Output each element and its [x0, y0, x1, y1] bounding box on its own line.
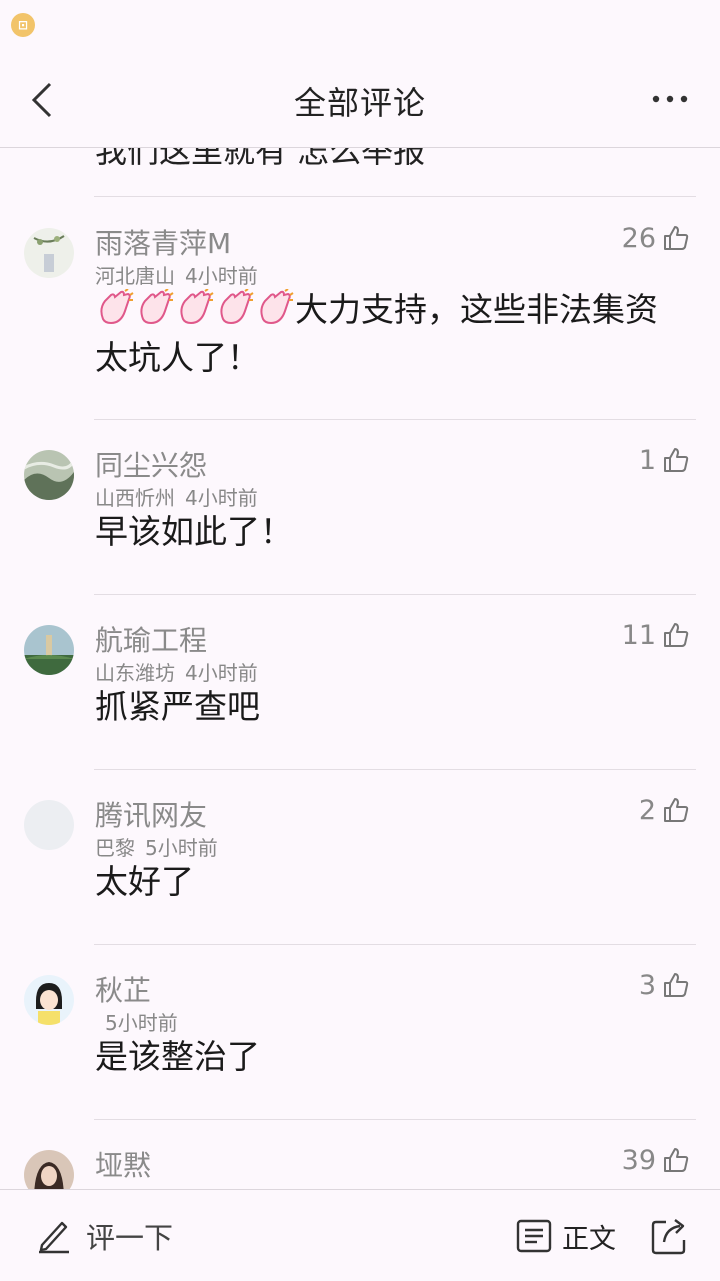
clap-emoji-icon — [180, 289, 214, 325]
article-button[interactable]: 正文 — [516, 1216, 616, 1256]
like-button[interactable]: 3 — [639, 967, 690, 1003]
comment-meta: 巴黎 5小时前 — [95, 832, 218, 861]
username[interactable]: 同尘兴怨 — [95, 444, 207, 484]
comment-meta: 山东潍坊 4小时前 — [95, 657, 258, 686]
divider — [94, 419, 696, 420]
comment-time: 4小时前 — [185, 661, 258, 685]
user-location: 山西忻州 — [95, 486, 175, 510]
avatar[interactable] — [24, 800, 74, 850]
user-location: 山东潍坊 — [95, 661, 175, 685]
thumb-up-icon[interactable] — [662, 796, 690, 824]
avatar[interactable] — [24, 1150, 74, 1189]
more-dots-icon[interactable] — [650, 84, 690, 114]
share-icon[interactable] — [650, 1216, 690, 1256]
clap-emoji-icon — [100, 289, 134, 325]
divider — [94, 196, 696, 197]
comment-time: 4小时前 — [185, 486, 258, 510]
like-count: 11 — [621, 619, 656, 651]
username[interactable]: 秋芷 — [95, 969, 151, 1009]
avatar[interactable] — [24, 975, 74, 1025]
article-icon — [516, 1219, 552, 1253]
app-notification-icon: ⊡ — [11, 13, 35, 37]
thumb-up-icon[interactable] — [662, 1146, 690, 1174]
clap-emoji-icon — [140, 289, 174, 325]
page-title: 全部评论 — [293, 84, 426, 122]
comment-meta: 山西忻州 4小时前 — [95, 482, 258, 511]
partial-comment-text: 我们这里就有 怎么举报 — [95, 148, 426, 170]
clap-emoji-icon — [220, 289, 254, 325]
avatar[interactable] — [24, 228, 74, 278]
comment-text: 抓紧严查吧 — [95, 687, 260, 726]
write-comment-button[interactable]: 评一下 — [36, 1216, 173, 1256]
comment-text: 太好了 — [95, 862, 194, 901]
username[interactable]: 雨落青萍M — [95, 222, 231, 262]
status-bar: ⊡ — [0, 0, 720, 50]
username[interactable]: 腾讯网友 — [95, 794, 207, 834]
like-count: 39 — [621, 1144, 656, 1176]
like-button[interactable]: 11 — [622, 617, 690, 653]
divider — [94, 1119, 696, 1120]
like-count: 2 — [638, 794, 656, 826]
like-button[interactable]: 39 — [622, 1142, 690, 1178]
divider — [94, 944, 696, 945]
like-count: 3 — [638, 969, 656, 1001]
like-count: 1 — [638, 444, 656, 476]
user-location: 巴黎 — [95, 836, 135, 860]
divider — [94, 769, 696, 770]
comment-time: 4小时前 — [185, 264, 258, 288]
username[interactable]: 航瑜工程 — [95, 619, 207, 659]
write-comment-label: 评一下 — [86, 1221, 174, 1255]
thumb-up-icon[interactable] — [662, 446, 690, 474]
pen-icon — [39, 1221, 69, 1254]
bottom-action-bar: 评一下 正文 — [0, 1189, 720, 1281]
comment-time: 5小时前 — [105, 1011, 178, 1035]
comment-meta: 河北唐山 4小时前 — [95, 260, 258, 289]
comment-text: 早该如此了！ — [95, 512, 293, 551]
like-button[interactable]: 1 — [639, 442, 690, 478]
clap-emoji-icon — [260, 289, 294, 325]
divider — [94, 594, 696, 595]
avatar[interactable] — [24, 450, 74, 500]
top-nav-bar: 全部评论 — [0, 50, 720, 148]
comment-text: 是该整治了 — [95, 1037, 260, 1076]
article-label: 正文 — [562, 1223, 616, 1255]
like-button[interactable]: 26 — [622, 220, 690, 256]
clap-emoji-group — [95, 289, 295, 329]
thumb-up-icon[interactable] — [662, 621, 690, 649]
user-location: 河北唐山 — [95, 264, 175, 288]
like-count: 26 — [621, 222, 656, 254]
comment-list[interactable]: 我们这里就有 怎么举报 雨落青萍M 河北唐山 4小时前 26 大力支持，这些非法集… — [0, 148, 720, 1189]
thumb-up-icon[interactable] — [662, 224, 690, 252]
avatar[interactable] — [24, 625, 74, 675]
like-button[interactable]: 2 — [639, 792, 690, 828]
comment-meta: 5小时前 — [95, 1007, 178, 1036]
thumb-up-icon[interactable] — [662, 971, 690, 999]
comment-time: 5小时前 — [145, 836, 218, 860]
comment-text: 大力支持，这些非法集资太坑人了！ — [95, 286, 685, 382]
username[interactable]: 垭黙 — [95, 1144, 151, 1184]
